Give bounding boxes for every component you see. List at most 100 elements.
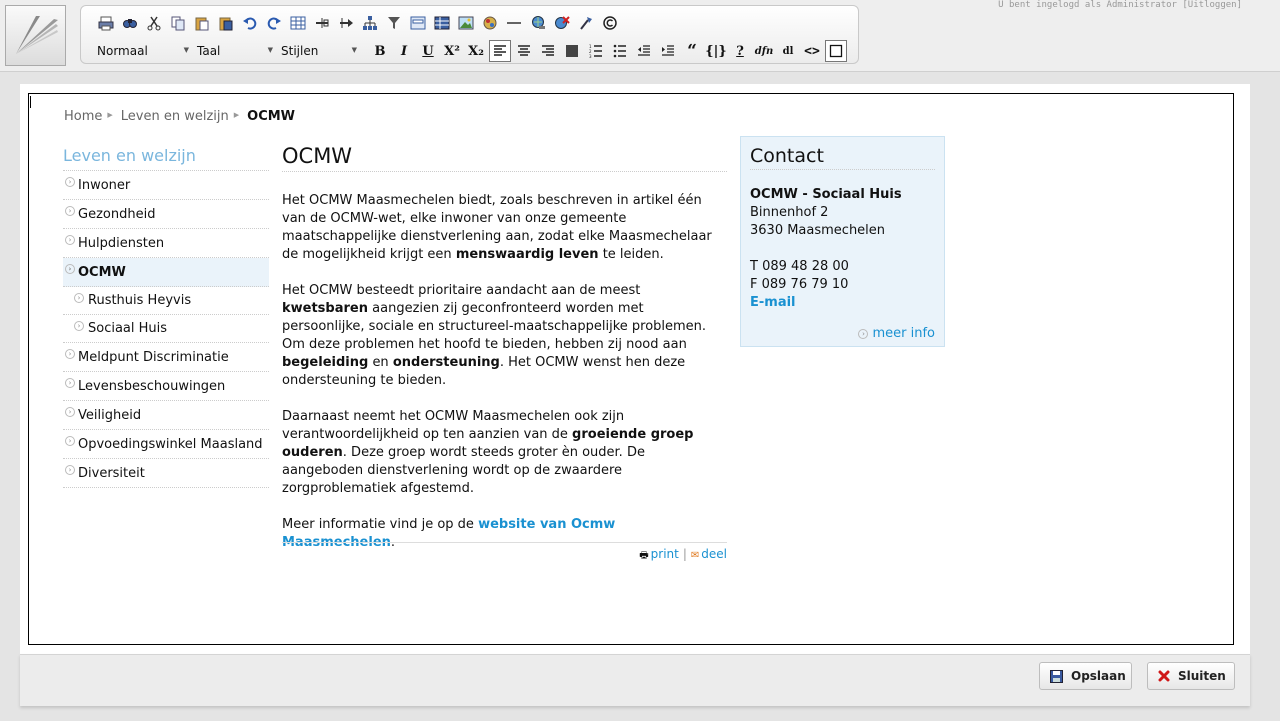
more-info-link[interactable]: meer info	[872, 326, 935, 341]
format-select[interactable]: Normaal ▼	[95, 42, 191, 60]
show-blocks-icon[interactable]	[825, 40, 847, 62]
sidebar-item-sociaal-huis[interactable]: › Sociaal Huis	[63, 315, 269, 343]
outdent-icon[interactable]	[633, 40, 655, 62]
sitemap-icon[interactable]	[359, 12, 381, 34]
paste-icon[interactable]	[191, 12, 213, 34]
action-bar: Opslaan Sluiten	[20, 654, 1250, 706]
copyright-icon[interactable]	[599, 12, 621, 34]
image-icon[interactable]	[455, 12, 477, 34]
svg-text:3: 3	[589, 54, 592, 58]
unlink-icon[interactable]	[551, 12, 573, 34]
article-paragraph: Daarnaast neemt het OCMW Maasmechelen oo…	[282, 408, 727, 498]
form-icon[interactable]	[407, 12, 429, 34]
media-icon[interactable]	[479, 12, 501, 34]
abbreviation-button[interactable]: ?	[729, 40, 751, 62]
content-frame: Home ▶ Leven en welzijn ▶ OCMW Leven en …	[20, 84, 1250, 654]
chevron-right-icon: ›	[65, 235, 75, 245]
editor-header: U bent ingelogd als Administrator [Uitlo…	[0, 0, 1280, 72]
align-justify-icon[interactable]	[561, 40, 583, 62]
italic-button[interactable]: I	[393, 40, 415, 62]
sidebar-item-veiligheid[interactable]: › Veiligheid	[63, 401, 269, 430]
format-select-value: Normaal	[97, 44, 148, 58]
sidebar-item-inwoner[interactable]: › Inwoner	[63, 171, 269, 200]
article-paragraph: Het OCMW Maasmechelen biedt, zoals besch…	[282, 192, 727, 264]
chevron-right-icon: ›	[858, 328, 869, 339]
printer-icon: 🖶	[639, 550, 649, 561]
definition-button[interactable]: dfn	[753, 40, 775, 62]
sidebar-title[interactable]: Leven en welzijn	[63, 144, 269, 171]
sidebar-item-meldpunt-discriminatie[interactable]: › Meldpunt Discriminatie	[63, 343, 269, 372]
contact-street: Binnenhof 2	[750, 205, 829, 220]
undo-icon[interactable]	[239, 12, 261, 34]
article: OCMW Het OCMW Maasmechelen biedt, zoals …	[282, 144, 727, 570]
subscript-button[interactable]: X₂	[465, 40, 487, 62]
ordered-list-icon[interactable]: 123	[585, 40, 607, 62]
page-title: OCMW	[282, 144, 727, 172]
text-run-bold: menswaardig leven	[455, 247, 599, 262]
sidebar-item-label: Veiligheid	[78, 407, 142, 423]
horizontal-rule-icon[interactable]	[503, 12, 525, 34]
blockquote-button[interactable]: “	[681, 40, 703, 62]
sidebar-item-ocmw[interactable]: › OCMW	[63, 258, 269, 287]
insert-row-icon[interactable]	[311, 12, 333, 34]
editable-area[interactable]: Home ▶ Leven en welzijn ▶ OCMW Leven en …	[28, 93, 1234, 645]
logout-link[interactable]: [Uitloggen]	[1182, 0, 1242, 10]
copy-icon[interactable]	[167, 12, 189, 34]
floppy-disk-icon	[1050, 669, 1063, 683]
superscript-button[interactable]: X²	[441, 40, 463, 62]
chevron-right-icon: ▶	[233, 110, 240, 119]
sidebar-item-hulpdiensten[interactable]: › Hulpdiensten	[63, 229, 269, 258]
chevron-right-icon: ›	[74, 321, 84, 331]
contact-city: 3630 Maasmechelen	[750, 223, 886, 238]
align-center-icon[interactable]	[513, 40, 535, 62]
breadcrumb-parent[interactable]: Leven en welzijn	[121, 109, 229, 124]
print-icon[interactable]	[95, 12, 117, 34]
close-button[interactable]: Sluiten	[1147, 662, 1235, 690]
find-icon[interactable]	[119, 12, 141, 34]
contact-title: Contact	[750, 145, 935, 170]
cut-icon[interactable]	[143, 12, 165, 34]
styles-select[interactable]: Stijlen ▼	[279, 42, 359, 60]
definition-list-button[interactable]: dl	[777, 40, 799, 62]
sidebar-item-gezondheid[interactable]: › Gezondheid	[63, 200, 269, 229]
align-right-icon[interactable]	[537, 40, 559, 62]
sidebar-item-label: Opvoedingswinkel Maasland	[78, 436, 263, 452]
chevron-right-icon: ›	[65, 206, 75, 216]
print-link[interactable]: print	[651, 547, 679, 561]
sidebar-item-diversiteit[interactable]: › Diversiteit	[63, 459, 269, 488]
filter-icon[interactable]	[383, 12, 405, 34]
paste-word-icon[interactable]	[215, 12, 237, 34]
insert-column-icon[interactable]	[335, 12, 357, 34]
share-link[interactable]: deel	[701, 547, 727, 561]
table-icon[interactable]	[287, 12, 309, 34]
language-select[interactable]: Taal ▼	[195, 42, 275, 60]
chevron-down-icon: ▼	[267, 46, 273, 54]
indent-icon[interactable]	[657, 40, 679, 62]
breadcrumb: Home ▶ Leven en welzijn ▶ OCMW	[64, 109, 295, 124]
sidebar-item-levensbeschouwingen[interactable]: › Levensbeschouwingen	[63, 372, 269, 401]
grid-icon[interactable]	[431, 12, 453, 34]
anchor-icon[interactable]	[575, 12, 597, 34]
text-run: en	[372, 355, 389, 370]
text-run-bold: begeleiding	[282, 355, 369, 370]
code-button[interactable]: {|}	[705, 40, 727, 62]
source-button[interactable]: <>	[801, 40, 823, 62]
sidebar-item-rusthuis-heyvis[interactable]: › Rusthuis Heyvis	[63, 287, 269, 315]
unordered-list-icon[interactable]	[609, 40, 631, 62]
redo-icon[interactable]	[263, 12, 285, 34]
save-button-label: Opslaan	[1071, 669, 1126, 683]
breadcrumb-home[interactable]: Home	[64, 109, 102, 124]
align-left-icon[interactable]	[489, 40, 511, 62]
chevron-right-icon: ›	[65, 349, 75, 359]
contact-phone: T 089 48 28 00	[750, 259, 849, 274]
contact-email-link[interactable]: E-mail	[750, 295, 796, 310]
chevron-right-icon: ›	[65, 177, 75, 187]
save-button[interactable]: Opslaan	[1039, 662, 1132, 690]
sidebar-item-label: Hulpdiensten	[78, 235, 165, 251]
underline-button[interactable]: U	[417, 40, 439, 62]
bold-button[interactable]: B	[369, 40, 391, 62]
link-icon[interactable]	[527, 12, 549, 34]
app-logo	[5, 5, 66, 66]
sidebar-item-opvoedingswinkel-maasland[interactable]: › Opvoedingswinkel Maasland	[63, 430, 269, 459]
